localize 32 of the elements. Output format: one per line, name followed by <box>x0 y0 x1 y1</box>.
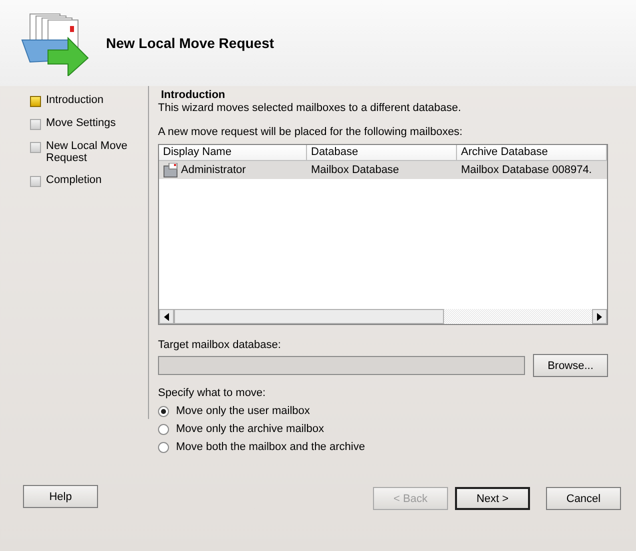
step-label: New Local Move Request <box>46 140 128 164</box>
step-label: Completion <box>46 174 102 186</box>
help-button[interactable]: Help <box>23 485 98 508</box>
column-header[interactable]: Archive Database <box>457 145 607 160</box>
radio-button[interactable] <box>158 424 169 434</box>
page-description: This wizard moves selected mailboxes to a different database. <box>158 101 462 115</box>
user-mailbox-icon <box>163 162 179 178</box>
page-heading: Introduction <box>160 89 226 101</box>
table-cell: Administrator <box>181 164 246 176</box>
scroll-right-icon[interactable] <box>597 312 602 320</box>
wizard-title: New Local Move Request <box>106 35 274 51</box>
table-cell: Mailbox Database <box>311 164 400 176</box>
browse-button[interactable]: Browse... <box>533 354 608 377</box>
radio-button[interactable] <box>158 406 169 416</box>
horizontal-scrollbar[interactable] <box>159 309 607 324</box>
step-label: Move Settings <box>46 117 116 129</box>
radio-label: Move only the archive mailbox <box>176 423 324 435</box>
column-header[interactable]: Database <box>307 145 457 160</box>
scroll-left-icon[interactable] <box>164 312 169 320</box>
radio-label: Move both the mailbox and the archive <box>176 441 365 453</box>
list-label: A new move request will be placed for the following mailboxes: <box>158 125 464 139</box>
target-label: Target mailbox database: <box>158 339 282 351</box>
table-cell: Mailbox Database 008974. <box>461 164 592 176</box>
column-header[interactable]: Display Name <box>159 145 307 160</box>
mailbox-row[interactable]: Administrator Mailbox Database Mailbox Database 008974. <box>159 161 607 179</box>
radio-button[interactable] <box>158 442 169 452</box>
move-options-label: Specify what to move: <box>158 387 267 399</box>
target-database-field[interactable] <box>158 356 525 375</box>
nav-button[interactable]: Next > <box>455 487 530 510</box>
radio-label: Move only the user mailbox <box>176 405 310 417</box>
nav-button[interactable]: Cancel <box>546 487 621 510</box>
step-label: Introduction <box>46 94 104 106</box>
